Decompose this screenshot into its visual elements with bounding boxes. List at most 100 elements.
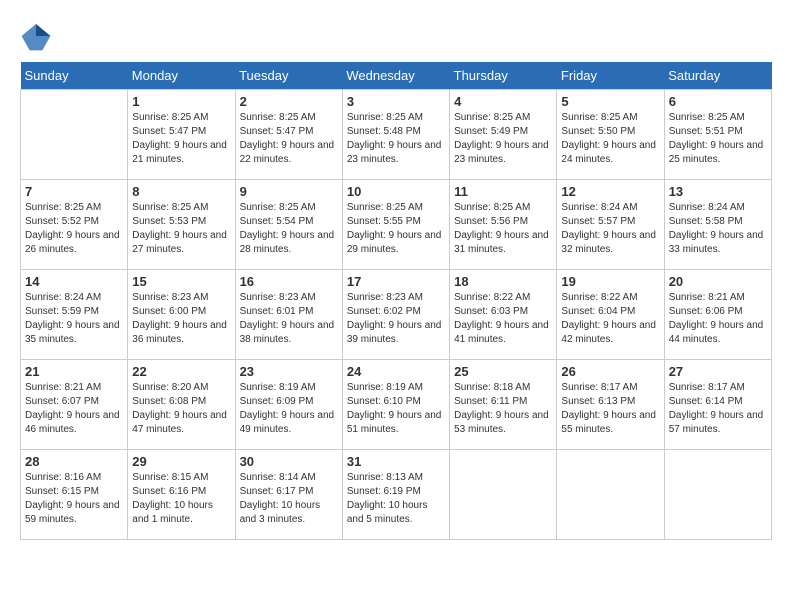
calendar-cell: 8 Sunrise: 8:25 AMSunset: 5:53 PMDaylight…: [128, 180, 235, 270]
calendar-cell: [21, 90, 128, 180]
day-number: 20: [669, 274, 767, 289]
day-info: Sunrise: 8:25 AMSunset: 5:49 PMDaylight:…: [454, 111, 552, 167]
calendar-cell: 30 Sunrise: 8:14 AMSunset: 6:17 PMDayligh…: [235, 450, 342, 540]
day-info: Sunrise: 8:24 AMSunset: 5:57 PMDaylight:…: [561, 201, 659, 257]
day-number: 11: [454, 184, 552, 199]
day-info: Sunrise: 8:23 AMSunset: 6:01 PMDaylight:…: [240, 291, 338, 347]
day-number: 27: [669, 364, 767, 379]
calendar-cell: 18Sunrise: 8:22 AMSunset: 6:03 PMDayligh…: [450, 270, 557, 360]
day-number: 13: [669, 184, 767, 199]
day-number: 3: [347, 94, 445, 109]
calendar-cell: 3 Sunrise: 8:25 AMSunset: 5:48 PMDaylight…: [342, 90, 449, 180]
calendar-cell: 16Sunrise: 8:23 AMSunset: 6:01 PMDayligh…: [235, 270, 342, 360]
day-number: 14: [25, 274, 123, 289]
calendar-header-row: SundayMondayTuesdayWednesdayThursdayFrid…: [21, 62, 772, 90]
calendar-cell: 19 Sunrise: 8:22 AMSunset: 6:04 PMDayligh…: [557, 270, 664, 360]
calendar-cell: 21 Sunrise: 8:21 AMSunset: 6:07 PMDayligh…: [21, 360, 128, 450]
day-of-week-header: Saturday: [664, 62, 771, 90]
day-number: 15: [132, 274, 230, 289]
day-info: Sunrise: 8:25 AMSunset: 5:48 PMDaylight:…: [347, 111, 445, 167]
day-info: Sunrise: 8:15 AMSunset: 6:16 PMDaylight:…: [132, 471, 230, 527]
calendar-cell: 11 Sunrise: 8:25 AMSunset: 5:56 PMDayligh…: [450, 180, 557, 270]
day-info: Sunrise: 8:17 AMSunset: 6:14 PMDaylight:…: [669, 381, 767, 437]
calendar-week-row: 1 Sunrise: 8:25 AMSunset: 5:47 PMDaylight…: [21, 90, 772, 180]
day-info: Sunrise: 8:25 AMSunset: 5:47 PMDaylight:…: [132, 111, 230, 167]
calendar-cell: 13 Sunrise: 8:24 AMSunset: 5:58 PMDayligh…: [664, 180, 771, 270]
day-number: 2: [240, 94, 338, 109]
calendar-cell: 23 Sunrise: 8:19 AMSunset: 6:09 PMDayligh…: [235, 360, 342, 450]
day-number: 8: [132, 184, 230, 199]
calendar-cell: 10Sunrise: 8:25 AMSunset: 5:55 PMDayligh…: [342, 180, 449, 270]
calendar-cell: 5 Sunrise: 8:25 AMSunset: 5:50 PMDaylight…: [557, 90, 664, 180]
day-info: Sunrise: 8:25 AMSunset: 5:54 PMDaylight:…: [240, 201, 338, 257]
calendar-table: SundayMondayTuesdayWednesdayThursdayFrid…: [20, 62, 772, 540]
calendar-cell: 24 Sunrise: 8:19 AMSunset: 6:10 PMDayligh…: [342, 360, 449, 450]
day-number: 25: [454, 364, 552, 379]
day-number: 19: [561, 274, 659, 289]
day-info: Sunrise: 8:25 AMSunset: 5:51 PMDaylight:…: [669, 111, 767, 167]
calendar-cell: 26 Sunrise: 8:17 AMSunset: 6:13 PMDayligh…: [557, 360, 664, 450]
calendar-cell: 1 Sunrise: 8:25 AMSunset: 5:47 PMDaylight…: [128, 90, 235, 180]
day-number: 18: [454, 274, 552, 289]
day-info: Sunrise: 8:25 AMSunset: 5:52 PMDaylight:…: [25, 201, 123, 257]
calendar-week-row: 14 Sunrise: 8:24 AMSunset: 5:59 PMDayligh…: [21, 270, 772, 360]
calendar-cell: [664, 450, 771, 540]
day-number: 24: [347, 364, 445, 379]
calendar-cell: 20 Sunrise: 8:21 AMSunset: 6:06 PMDayligh…: [664, 270, 771, 360]
day-info: Sunrise: 8:19 AMSunset: 6:09 PMDaylight:…: [240, 381, 338, 437]
calendar-cell: 2 Sunrise: 8:25 AMSunset: 5:47 PMDaylight…: [235, 90, 342, 180]
day-number: 30: [240, 454, 338, 469]
day-info: Sunrise: 8:14 AMSunset: 6:17 PMDaylight:…: [240, 471, 338, 527]
logo: [20, 20, 56, 52]
day-info: Sunrise: 8:24 AMSunset: 5:59 PMDaylight:…: [25, 291, 123, 347]
day-of-week-header: Sunday: [21, 62, 128, 90]
day-info: Sunrise: 8:25 AMSunset: 5:56 PMDaylight:…: [454, 201, 552, 257]
day-number: 28: [25, 454, 123, 469]
day-info: Sunrise: 8:25 AMSunset: 5:50 PMDaylight:…: [561, 111, 659, 167]
day-info: Sunrise: 8:17 AMSunset: 6:13 PMDaylight:…: [561, 381, 659, 437]
calendar-cell: 31Sunrise: 8:13 AMSunset: 6:19 PMDayligh…: [342, 450, 449, 540]
calendar-cell: [450, 450, 557, 540]
day-number: 7: [25, 184, 123, 199]
day-number: 9: [240, 184, 338, 199]
day-number: 4: [454, 94, 552, 109]
calendar-cell: 14 Sunrise: 8:24 AMSunset: 5:59 PMDayligh…: [21, 270, 128, 360]
calendar-cell: 7 Sunrise: 8:25 AMSunset: 5:52 PMDaylight…: [21, 180, 128, 270]
day-info: Sunrise: 8:24 AMSunset: 5:58 PMDaylight:…: [669, 201, 767, 257]
day-number: 21: [25, 364, 123, 379]
day-number: 6: [669, 94, 767, 109]
day-info: Sunrise: 8:19 AMSunset: 6:10 PMDaylight:…: [347, 381, 445, 437]
calendar-cell: 9 Sunrise: 8:25 AMSunset: 5:54 PMDaylight…: [235, 180, 342, 270]
day-number: 1: [132, 94, 230, 109]
calendar-week-row: 21 Sunrise: 8:21 AMSunset: 6:07 PMDayligh…: [21, 360, 772, 450]
day-info: Sunrise: 8:18 AMSunset: 6:11 PMDaylight:…: [454, 381, 552, 437]
day-number: 29: [132, 454, 230, 469]
calendar-week-row: 7 Sunrise: 8:25 AMSunset: 5:52 PMDaylight…: [21, 180, 772, 270]
day-info: Sunrise: 8:25 AMSunset: 5:55 PMDaylight:…: [347, 201, 445, 257]
calendar-cell: [557, 450, 664, 540]
calendar-cell: 29 Sunrise: 8:15 AMSunset: 6:16 PMDayligh…: [128, 450, 235, 540]
calendar-cell: 25 Sunrise: 8:18 AMSunset: 6:11 PMDayligh…: [450, 360, 557, 450]
day-number: 12: [561, 184, 659, 199]
calendar-cell: 6 Sunrise: 8:25 AMSunset: 5:51 PMDaylight…: [664, 90, 771, 180]
day-info: Sunrise: 8:25 AMSunset: 5:53 PMDaylight:…: [132, 201, 230, 257]
day-info: Sunrise: 8:20 AMSunset: 6:08 PMDaylight:…: [132, 381, 230, 437]
calendar-cell: 12 Sunrise: 8:24 AMSunset: 5:57 PMDayligh…: [557, 180, 664, 270]
day-info: Sunrise: 8:23 AMSunset: 6:02 PMDaylight:…: [347, 291, 445, 347]
day-info: Sunrise: 8:23 AMSunset: 6:00 PMDaylight:…: [132, 291, 230, 347]
logo-icon: [20, 20, 52, 52]
day-info: Sunrise: 8:21 AMSunset: 6:06 PMDaylight:…: [669, 291, 767, 347]
day-of-week-header: Tuesday: [235, 62, 342, 90]
day-number: 23: [240, 364, 338, 379]
calendar-cell: 27 Sunrise: 8:17 AMSunset: 6:14 PMDayligh…: [664, 360, 771, 450]
calendar-cell: 28Sunrise: 8:16 AMSunset: 6:15 PMDayligh…: [21, 450, 128, 540]
day-number: 5: [561, 94, 659, 109]
day-number: 22: [132, 364, 230, 379]
calendar-cell: 22 Sunrise: 8:20 AMSunset: 6:08 PMDayligh…: [128, 360, 235, 450]
day-of-week-header: Friday: [557, 62, 664, 90]
day-info: Sunrise: 8:21 AMSunset: 6:07 PMDaylight:…: [25, 381, 123, 437]
day-info: Sunrise: 8:22 AMSunset: 6:04 PMDaylight:…: [561, 291, 659, 347]
day-number: 26: [561, 364, 659, 379]
day-info: Sunrise: 8:25 AMSunset: 5:47 PMDaylight:…: [240, 111, 338, 167]
calendar-week-row: 28Sunrise: 8:16 AMSunset: 6:15 PMDayligh…: [21, 450, 772, 540]
